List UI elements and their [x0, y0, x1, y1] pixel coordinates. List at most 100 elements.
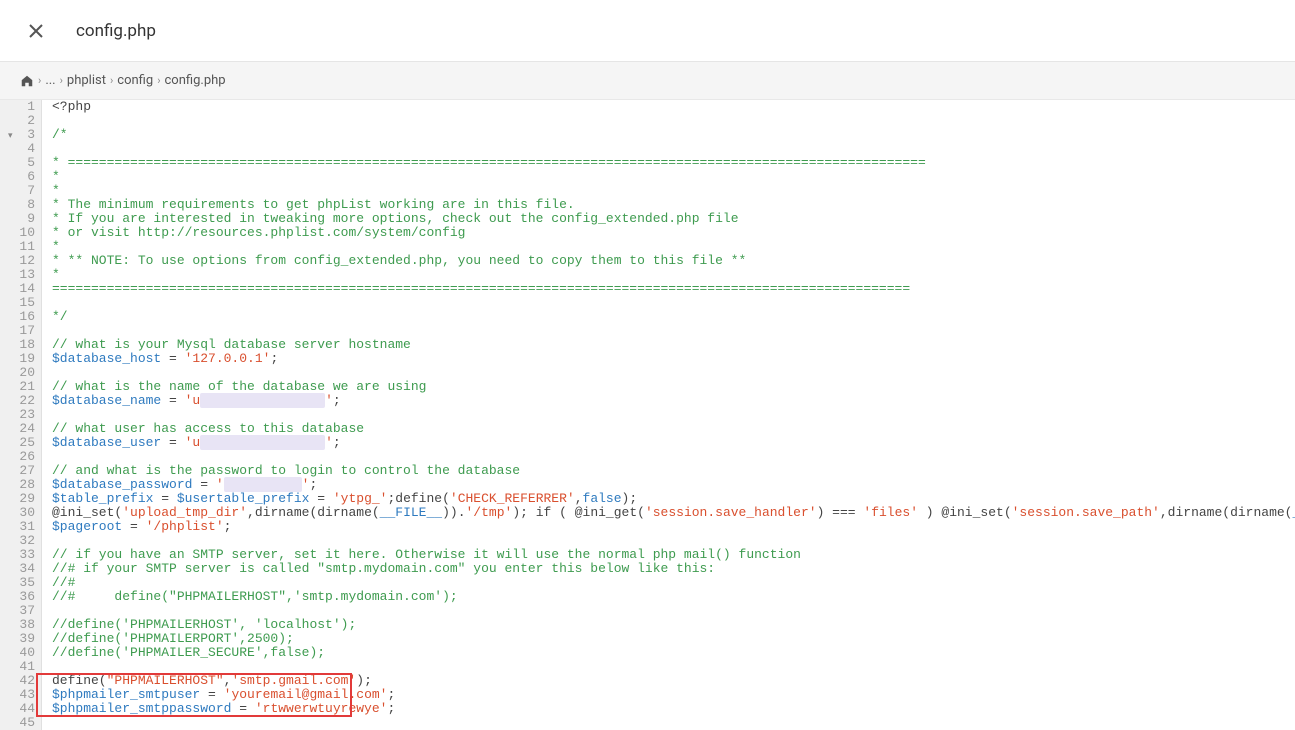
close-button[interactable]	[16, 11, 56, 51]
line-number: 6	[10, 170, 35, 184]
code-line	[52, 604, 1295, 618]
code-line: $pageroot = '/phplist';	[52, 520, 1295, 534]
line-number: 32	[10, 534, 35, 548]
line-number: 9	[10, 212, 35, 226]
line-number: 15	[10, 296, 35, 310]
code-line	[52, 366, 1295, 380]
breadcrumb-ellipsis[interactable]: ...	[45, 73, 55, 88]
code-line: $table_prefix = $usertable_prefix = 'ytp…	[52, 492, 1295, 506]
code-editor[interactable]: 12▾3456789101112131415161718192021222324…	[0, 100, 1295, 730]
code-line: //define('PHPMAILER_SECURE',false);	[52, 646, 1295, 660]
code-line: $phpmailer_smtpuser = 'youremail@gmail.c…	[52, 688, 1295, 702]
code-line: *	[52, 170, 1295, 184]
file-title: config.php	[76, 21, 156, 41]
line-number: 29	[10, 492, 35, 506]
line-number: 13	[10, 268, 35, 282]
line-number: 4	[10, 142, 35, 156]
breadcrumb-item[interactable]: config.php	[165, 73, 226, 88]
home-icon[interactable]	[20, 74, 34, 88]
line-number: 26	[10, 450, 35, 464]
line-number: 19	[10, 352, 35, 366]
line-number: 25	[10, 436, 35, 450]
line-number: 41	[10, 660, 35, 674]
code-line: ========================================…	[52, 282, 1295, 296]
code-line	[52, 450, 1295, 464]
code-line: *	[52, 268, 1295, 282]
code-line: */	[52, 310, 1295, 324]
line-number: 43	[10, 688, 35, 702]
code-line	[52, 296, 1295, 310]
code-line: *	[52, 184, 1295, 198]
code-line: $phpmailer_smtppassword = 'rtwwerwtuyrew…	[52, 702, 1295, 716]
line-number: 11	[10, 240, 35, 254]
code-line: $database_user = 'u ';	[52, 436, 1295, 450]
line-number: 35	[10, 576, 35, 590]
code-line: //define('PHPMAILERPORT',2500);	[52, 632, 1295, 646]
line-number: 17	[10, 324, 35, 338]
line-number: 39	[10, 632, 35, 646]
line-number: 38	[10, 618, 35, 632]
line-number: 42	[10, 674, 35, 688]
code-line: // what user has access to this database	[52, 422, 1295, 436]
line-number: 28	[10, 478, 35, 492]
code-line: define("PHPMAILERHOST",'smtp.gmail.com')…	[52, 674, 1295, 688]
line-number: 12	[10, 254, 35, 268]
line-number: 7	[10, 184, 35, 198]
fold-marker-icon[interactable]: ▾	[8, 129, 13, 143]
code-line	[52, 324, 1295, 338]
line-number: 5	[10, 156, 35, 170]
code-line	[52, 114, 1295, 128]
code-line	[52, 142, 1295, 156]
line-number: 18	[10, 338, 35, 352]
line-number: 40	[10, 646, 35, 660]
breadcrumb: › ... › phplist › config › config.php	[0, 62, 1295, 100]
code-line: // what is your Mysql database server ho…	[52, 338, 1295, 352]
code-line: //# define("PHPMAILERHOST",'smtp.mydomai…	[52, 590, 1295, 604]
line-gutter: 12▾3456789101112131415161718192021222324…	[0, 100, 42, 730]
code-line: $database_password = ' ';	[52, 478, 1295, 492]
chevron-right-icon: ›	[38, 74, 41, 87]
chevron-right-icon: ›	[157, 74, 160, 87]
line-number: 31	[10, 520, 35, 534]
line-number: 30	[10, 506, 35, 520]
code-line: //define('PHPMAILERHOST', 'localhost');	[52, 618, 1295, 632]
line-number: 34	[10, 562, 35, 576]
code-line: * The minimum requirements to get phpLis…	[52, 198, 1295, 212]
code-line: //# if your SMTP server is called "smtp.…	[52, 562, 1295, 576]
line-number: 33	[10, 548, 35, 562]
code-line	[52, 408, 1295, 422]
code-line: $database_host = '127.0.0.1';	[52, 352, 1295, 366]
line-number: 16	[10, 310, 35, 324]
code-line	[52, 534, 1295, 548]
breadcrumb-item[interactable]: config	[117, 73, 153, 88]
line-number: 44	[10, 702, 35, 716]
code-line: $database_name = 'u ';	[52, 394, 1295, 408]
line-number: 20	[10, 366, 35, 380]
line-number: 21	[10, 380, 35, 394]
code-line: * If you are interested in tweaking more…	[52, 212, 1295, 226]
code-line: // if you have an SMTP server, set it he…	[52, 548, 1295, 562]
code-line: // what is the name of the database we a…	[52, 380, 1295, 394]
line-number: 24	[10, 422, 35, 436]
line-number: 8	[10, 198, 35, 212]
code-line: //#	[52, 576, 1295, 590]
code-line	[52, 660, 1295, 674]
line-number: 2	[10, 114, 35, 128]
line-number: 22	[10, 394, 35, 408]
editor-header: config.php	[0, 0, 1295, 62]
line-number: ▾3	[10, 128, 35, 142]
line-number: 36	[10, 590, 35, 604]
close-icon	[28, 23, 44, 39]
chevron-right-icon: ›	[60, 74, 63, 87]
line-number: 1	[10, 100, 35, 114]
code-line: * ** NOTE: To use options from config_ex…	[52, 254, 1295, 268]
code-line: * or visit http://resources.phplist.com/…	[52, 226, 1295, 240]
code-line: @ini_set('upload_tmp_dir',dirname(dirnam…	[52, 506, 1295, 520]
code-line: // and what is the password to login to …	[52, 464, 1295, 478]
breadcrumb-item[interactable]: phplist	[67, 73, 106, 88]
chevron-right-icon: ›	[110, 74, 113, 87]
line-number: 14	[10, 282, 35, 296]
line-number: 10	[10, 226, 35, 240]
code-line: <?php	[52, 100, 1295, 114]
code-area[interactable]: <?php/** ===============================…	[42, 100, 1295, 730]
